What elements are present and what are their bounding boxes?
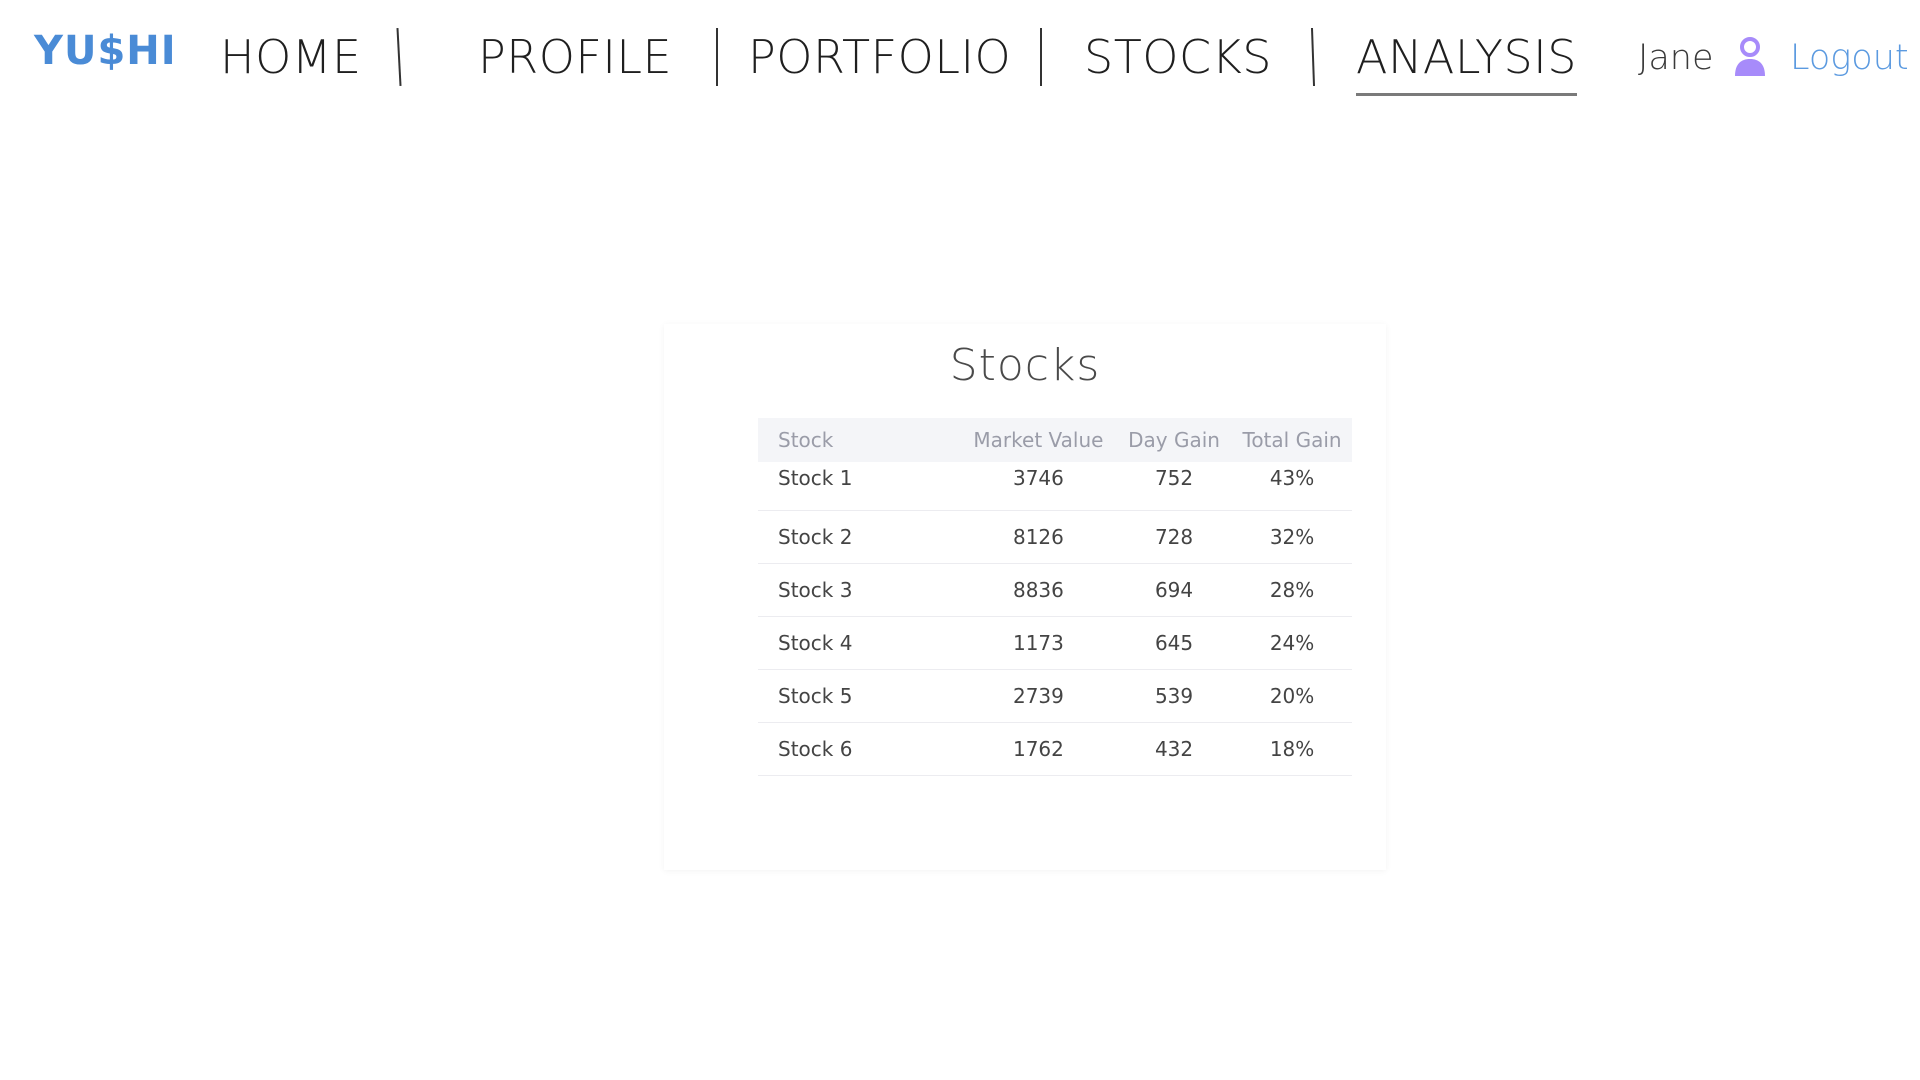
top-navigation-bar: YU$HI HOME PROFILE PORTFOLIO STOCKS ANAL…	[0, 0, 1920, 120]
table-row[interactable]: Stock 1 3746 752 43%	[758, 462, 1352, 511]
cell-total-gain: 43%	[1232, 462, 1352, 511]
table-row[interactable]: Stock 6 1762 432 18%	[758, 722, 1352, 776]
cell-day-gain: 432	[1116, 722, 1233, 776]
cell-stock: Stock 3	[758, 563, 961, 617]
cell-stock: Stock 6	[758, 722, 961, 776]
cell-day-gain: 645	[1116, 616, 1233, 670]
nav-home[interactable]: HOME	[220, 30, 362, 84]
cell-day-gain: 728	[1116, 510, 1233, 564]
nav-profile[interactable]: PROFILE	[478, 30, 672, 84]
cell-stock: Stock 2	[758, 510, 961, 564]
table-header-row: Stock Market Value Day Gain Total Gain	[758, 418, 1352, 462]
nav-portfolio[interactable]: PORTFOLIO	[748, 30, 1011, 84]
table-row[interactable]: Stock 2 8126 728 32%	[758, 510, 1352, 564]
table-row[interactable]: Stock 3 8836 694 28%	[758, 563, 1352, 617]
cell-total-gain: 18%	[1232, 722, 1352, 776]
cell-stock: Stock 4	[758, 616, 961, 670]
column-header-day-gain[interactable]: Day Gain	[1116, 418, 1233, 462]
cell-day-gain: 752	[1116, 462, 1233, 511]
nav-analysis[interactable]: ANALYSIS	[1356, 30, 1577, 96]
cell-market-value: 3746	[960, 462, 1117, 511]
cell-total-gain: 28%	[1232, 563, 1352, 617]
user-icon[interactable]	[1732, 36, 1768, 78]
brand-logo[interactable]: YU$HI	[34, 28, 177, 74]
column-header-stock[interactable]: Stock	[758, 418, 961, 462]
column-header-market-value[interactable]: Market Value	[960, 418, 1117, 462]
nav-divider	[1040, 28, 1042, 86]
user-name: Jane	[1638, 38, 1714, 78]
table-row[interactable]: Stock 5 2739 539 20%	[758, 669, 1352, 723]
nav-divider	[716, 28, 718, 86]
cell-market-value: 8126	[960, 510, 1117, 564]
cell-total-gain: 32%	[1232, 510, 1352, 564]
logout-link[interactable]: Logout	[1790, 38, 1909, 78]
cell-market-value: 1762	[960, 722, 1117, 776]
cell-total-gain: 24%	[1232, 616, 1352, 670]
nav-stocks[interactable]: STOCKS	[1084, 30, 1272, 84]
nav-divider	[1310, 27, 1316, 87]
cell-stock: Stock 1	[758, 462, 961, 511]
table-row[interactable]: Stock 4 1173 645 24%	[758, 616, 1352, 670]
cell-market-value: 8836	[960, 563, 1117, 617]
stocks-table: Stock Market Value Day Gain Total Gain S…	[758, 418, 1352, 776]
cell-stock: Stock 5	[758, 669, 961, 723]
cell-market-value: 2739	[960, 669, 1117, 723]
column-header-total-gain[interactable]: Total Gain	[1232, 418, 1352, 462]
stocks-card: Stocks Stock Market Value Day Gain Total…	[664, 324, 1386, 870]
cell-total-gain: 20%	[1232, 669, 1352, 723]
cell-day-gain: 694	[1116, 563, 1233, 617]
cell-market-value: 1173	[960, 616, 1117, 670]
cell-day-gain: 539	[1116, 669, 1233, 723]
nav-divider	[396, 27, 402, 87]
card-title: Stocks	[949, 340, 1101, 391]
